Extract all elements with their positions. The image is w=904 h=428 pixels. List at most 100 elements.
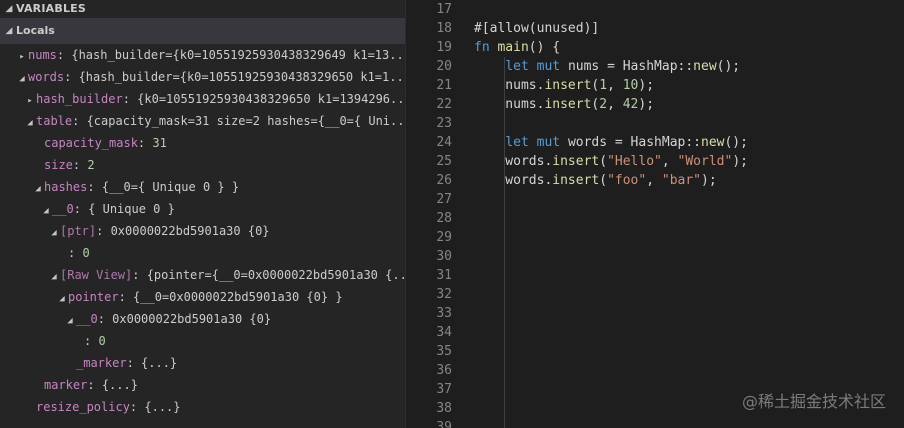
variable-value: {k0=10551925930438329650 k1=1394296... [137, 92, 405, 106]
code-text[interactable]: words.insert("Hello", "World"); [474, 152, 904, 171]
code-editor[interactable]: 17 18 #[allow(unused)] 19 fn main() {20 let … [406, 0, 904, 428]
line-number[interactable]: 21 [406, 76, 474, 95]
code-text[interactable] [474, 342, 904, 361]
code-text[interactable]: let mut words = HashMap::new(); [474, 133, 904, 152]
code-text[interactable] [474, 0, 904, 19]
code-text[interactable] [474, 323, 904, 342]
chevron-down-icon[interactable]: ◢ [32, 178, 44, 198]
code-token: insert [544, 78, 592, 93]
code-line: 25 words.insert("Hello", "World"); [406, 152, 904, 171]
code-text[interactable] [474, 247, 904, 266]
code-token: "World" [677, 154, 733, 169]
variables-header[interactable]: ◢ VARIABLES [0, 0, 405, 18]
line-number[interactable]: 34 [406, 323, 474, 342]
chevron-down-icon[interactable]: ◢ [48, 266, 60, 286]
line-number[interactable]: 35 [406, 342, 474, 361]
variable-name: words [28, 70, 65, 84]
code-token: ( [599, 154, 608, 169]
code-text[interactable]: nums.insert(1, 10); [474, 76, 904, 95]
code-text[interactable] [474, 228, 904, 247]
line-number[interactable]: 27 [406, 190, 474, 209]
code-text[interactable] [474, 418, 904, 428]
line-number[interactable]: 19 [406, 38, 474, 57]
code-text[interactable] [474, 304, 904, 323]
variable-row[interactable]: ◢ __0: { Unique 0 } [0, 198, 405, 220]
variable-value: {...} [141, 356, 178, 370]
variable-row[interactable]: ◢ [Raw View]: {pointer={__0=0x0000022bd59… [0, 264, 405, 286]
code-text[interactable]: fn main() { [474, 38, 904, 57]
code-line: 24 let mut words = HashMap::new(); [406, 133, 904, 152]
variable-row[interactable]: ◢ [ptr]: 0x0000022bd5901a30 {0} [0, 220, 405, 242]
variable-row[interactable]: : 0 [0, 330, 405, 352]
variable-row[interactable]: ▸ hash_builder: {k0=10551925930438329650 … [0, 88, 405, 110]
line-number[interactable]: 22 [406, 95, 474, 114]
code-token: new [701, 135, 725, 150]
variable-row[interactable]: : 0 [0, 242, 405, 264]
code-token: fn [474, 40, 498, 55]
variable-row[interactable]: ◢ pointer: {__0=0x0000022bd5901a30 {0} } [0, 286, 405, 308]
line-number[interactable]: 18 [406, 19, 474, 38]
line-number[interactable]: 29 [406, 228, 474, 247]
variable-row[interactable]: resize_policy: {...} [0, 396, 405, 418]
variable-row[interactable]: marker: {...} [0, 374, 405, 396]
variable-value: 0 [98, 334, 106, 348]
code-token: "Hello" [607, 154, 662, 169]
chevron-down-icon[interactable]: ◢ [40, 200, 52, 220]
code-text[interactable] [474, 285, 904, 304]
line-number[interactable]: 25 [406, 152, 474, 171]
code-token: insert [544, 97, 592, 112]
chevron-down-icon[interactable]: ◢ [48, 222, 60, 242]
chevron-down-icon[interactable]: ◢ [16, 68, 28, 88]
chevron-down-icon[interactable]: ◢ [64, 310, 76, 330]
variable-name: marker [44, 378, 88, 392]
line-number[interactable]: 28 [406, 209, 474, 228]
variable-name: hash_builder [36, 92, 123, 106]
variable-row[interactable]: ◢ __0: 0x0000022bd5901a30 {0} [0, 308, 405, 330]
line-number[interactable]: 26 [406, 171, 474, 190]
code-text[interactable]: words.insert("foo", "bar"); [474, 171, 904, 190]
variable-separator: : [96, 224, 111, 238]
line-number[interactable]: 24 [406, 133, 474, 152]
variable-row[interactable]: ▸ nums: {hash_builder={k0=105519259304383… [0, 44, 405, 66]
scope-locals-label: Locals [16, 24, 55, 37]
code-text[interactable] [474, 190, 904, 209]
chevron-down-icon[interactable]: ◢ [24, 112, 36, 132]
line-number[interactable]: 20 [406, 57, 474, 76]
variable-value: {capacity_mask=31 size=2 hashes={__0={ U… [86, 114, 405, 128]
chevron-right-icon[interactable]: ▸ [24, 90, 36, 110]
variable-name: size [44, 158, 73, 172]
line-number[interactable]: 36 [406, 361, 474, 380]
variable-separator: : [68, 246, 83, 260]
code-text[interactable]: #[allow(unused)] [474, 19, 904, 38]
code-text[interactable]: let mut nums = HashMap::new(); [474, 57, 904, 76]
line-number[interactable]: 37 [406, 380, 474, 399]
chevron-down-icon[interactable]: ◢ [56, 288, 68, 308]
code-text[interactable] [474, 114, 904, 133]
code-text[interactable] [474, 209, 904, 228]
watermark: @稀土掘金技术社区 [741, 392, 886, 411]
chevron-right-icon[interactable]: ▸ [16, 46, 28, 66]
line-number[interactable]: 39 [406, 418, 474, 428]
variable-row[interactable]: size: 2 [0, 154, 405, 176]
code-token: words. [474, 154, 553, 169]
line-number[interactable]: 30 [406, 247, 474, 266]
variable-row[interactable]: ◢ hashes: {__0={ Unique 0 } } [0, 176, 405, 198]
variable-row[interactable]: _marker: {...} [0, 352, 405, 374]
line-number[interactable]: 17 [406, 0, 474, 19]
code-text[interactable]: nums.insert(2, 42); [474, 95, 904, 114]
code-token: #[allow(unused)] [474, 21, 600, 36]
line-number[interactable]: 31 [406, 266, 474, 285]
line-number[interactable]: 23 [406, 114, 474, 133]
code-text[interactable] [474, 266, 904, 285]
variable-row[interactable]: capacity_mask: 31 [0, 132, 405, 154]
code-text[interactable] [474, 361, 904, 380]
variable-row[interactable]: ◢ table: {capacity_mask=31 size=2 hashes=… [0, 110, 405, 132]
line-number[interactable]: 38 [406, 399, 474, 418]
line-number[interactable]: 33 [406, 304, 474, 323]
variables-header-label: VARIABLES [16, 2, 86, 15]
variable-row[interactable]: ◢ words: {hash_builder={k0=10551925930438… [0, 66, 405, 88]
scope-locals[interactable]: ◢ Locals [0, 18, 405, 44]
variable-value: 0x0000022bd5901a30 {0} [110, 224, 270, 238]
code-line: 17 [406, 0, 904, 19]
line-number[interactable]: 32 [406, 285, 474, 304]
